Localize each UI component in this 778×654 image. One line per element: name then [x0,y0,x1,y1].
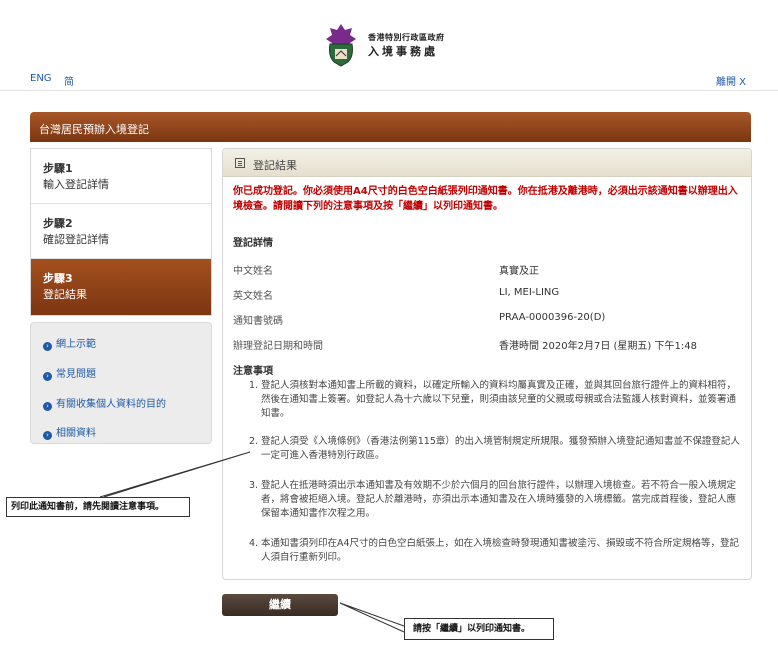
success-message: 你已成功登記。你必須使用A4尺寸的白色空白紙張列印通知書。你在抵港及離港時，必須… [233,186,738,212]
english-name-label: 英文姓名 [233,291,273,302]
link-faq[interactable]: › 常見問題 [43,365,96,381]
link-label: 網上示範 [56,339,96,350]
chinese-name-value: 真實及正 [499,266,539,277]
panel-header: 登記結果 [223,149,751,177]
step-number: 步驟3 [43,272,73,285]
note-item: 2. 登記人須受《入境條例》（香港法例第115章）的出入境管制規定所規限。獲發預辦… [249,436,740,461]
notice-number-value: PRAA-0000396-20(D) [499,312,606,323]
step-label: 確認登記詳情 [43,233,109,246]
lang-english-link[interactable]: ENG [30,73,52,84]
note-item: 4. 本通知書須列印在A4尺寸的白色空白紙張上，如在入境檢查時發現通知書被塗污、損… [249,538,740,563]
step-number: 步驟2 [43,217,73,230]
note-item: 3. 登記人在抵港時須出示本通知書及有效期不少於六個月的回台旅行證件，以辦理入境檢… [249,480,737,519]
page-banner: 台灣居民預辦入境登記 [30,112,751,142]
lang-simplified-link[interactable]: 简 [64,73,74,88]
arrow-right-icon: › [43,431,52,440]
details-heading: 登記詳情 [233,238,273,249]
arrow-right-icon: › [43,342,52,351]
step-number: 步驟1 [43,162,73,175]
page-title: 台灣居民預辦入境登記 [39,123,149,136]
step-2: 步驟2 確認登記詳情 [31,204,211,259]
notice-number-label: 通知書號碼 [233,316,283,327]
step-label: 登記結果 [43,288,87,301]
continue-button[interactable]: 繼續 [222,594,338,616]
immd-logo: 香港特別行政區政府 入境事務處 [322,22,472,72]
link-label: 常見問題 [56,369,96,380]
related-links-box: › 網上示範 › 常見問題 › 有關收集個人資料的目的 › 相關資料 [30,322,212,444]
step-label: 輸入登記詳情 [43,178,109,191]
document-list-icon [235,158,245,168]
header-divider [0,90,778,91]
link-personal-data-purpose[interactable]: › 有關收集個人資料的目的 [43,395,166,411]
exit-link[interactable]: 離開 X [716,73,746,88]
chinese-name-label: 中文姓名 [233,266,273,277]
notes-heading: 注意事項 [233,366,273,377]
logo-text-immd: 入境事務處 [368,45,438,58]
step-1: 步驟1 輸入登記詳情 [31,149,211,204]
english-name-value: LI, MEI-LING [499,287,560,298]
step-3-active: 步驟3 登記結果 [31,259,211,315]
callout-read-notes: 列印此通知書前，請先閱讀注意事項。 [6,497,190,517]
panel-title: 登記結果 [253,159,297,172]
link-label: 有關收集個人資料的目的 [56,399,166,410]
result-panel: 登記結果 你已成功登記。你必須使用A4尺寸的白色空白紙張列印通知書。你在抵港及離… [222,148,752,580]
arrow-right-icon: › [43,402,52,411]
link-related-info[interactable]: › 相關資料 [43,424,96,440]
callout-press-continue: 請按「繼續」以列印通知書。 [404,618,554,640]
arrow-right-icon: › [43,372,52,381]
link-online-demo[interactable]: › 網上示範 [43,335,96,351]
link-label: 相關資料 [56,428,96,439]
hksar-emblem-icon [326,24,356,67]
registration-datetime-label: 辦理登記日期和時間 [233,341,323,352]
note-item: 1. 登記人須核對本通知書上所載的資料，以確定所輸入的資料均屬真實及正確，並與其回… [249,380,737,419]
logo-text-hksar: 香港特別行政區政府 [368,33,445,42]
step-navigation: 步驟1 輸入登記詳情 步驟2 確認登記詳情 步驟3 登記結果 [30,148,212,316]
registration-datetime-value: 香港時間 2020年2月7日 (星期五) 下午1:48 [499,341,697,352]
